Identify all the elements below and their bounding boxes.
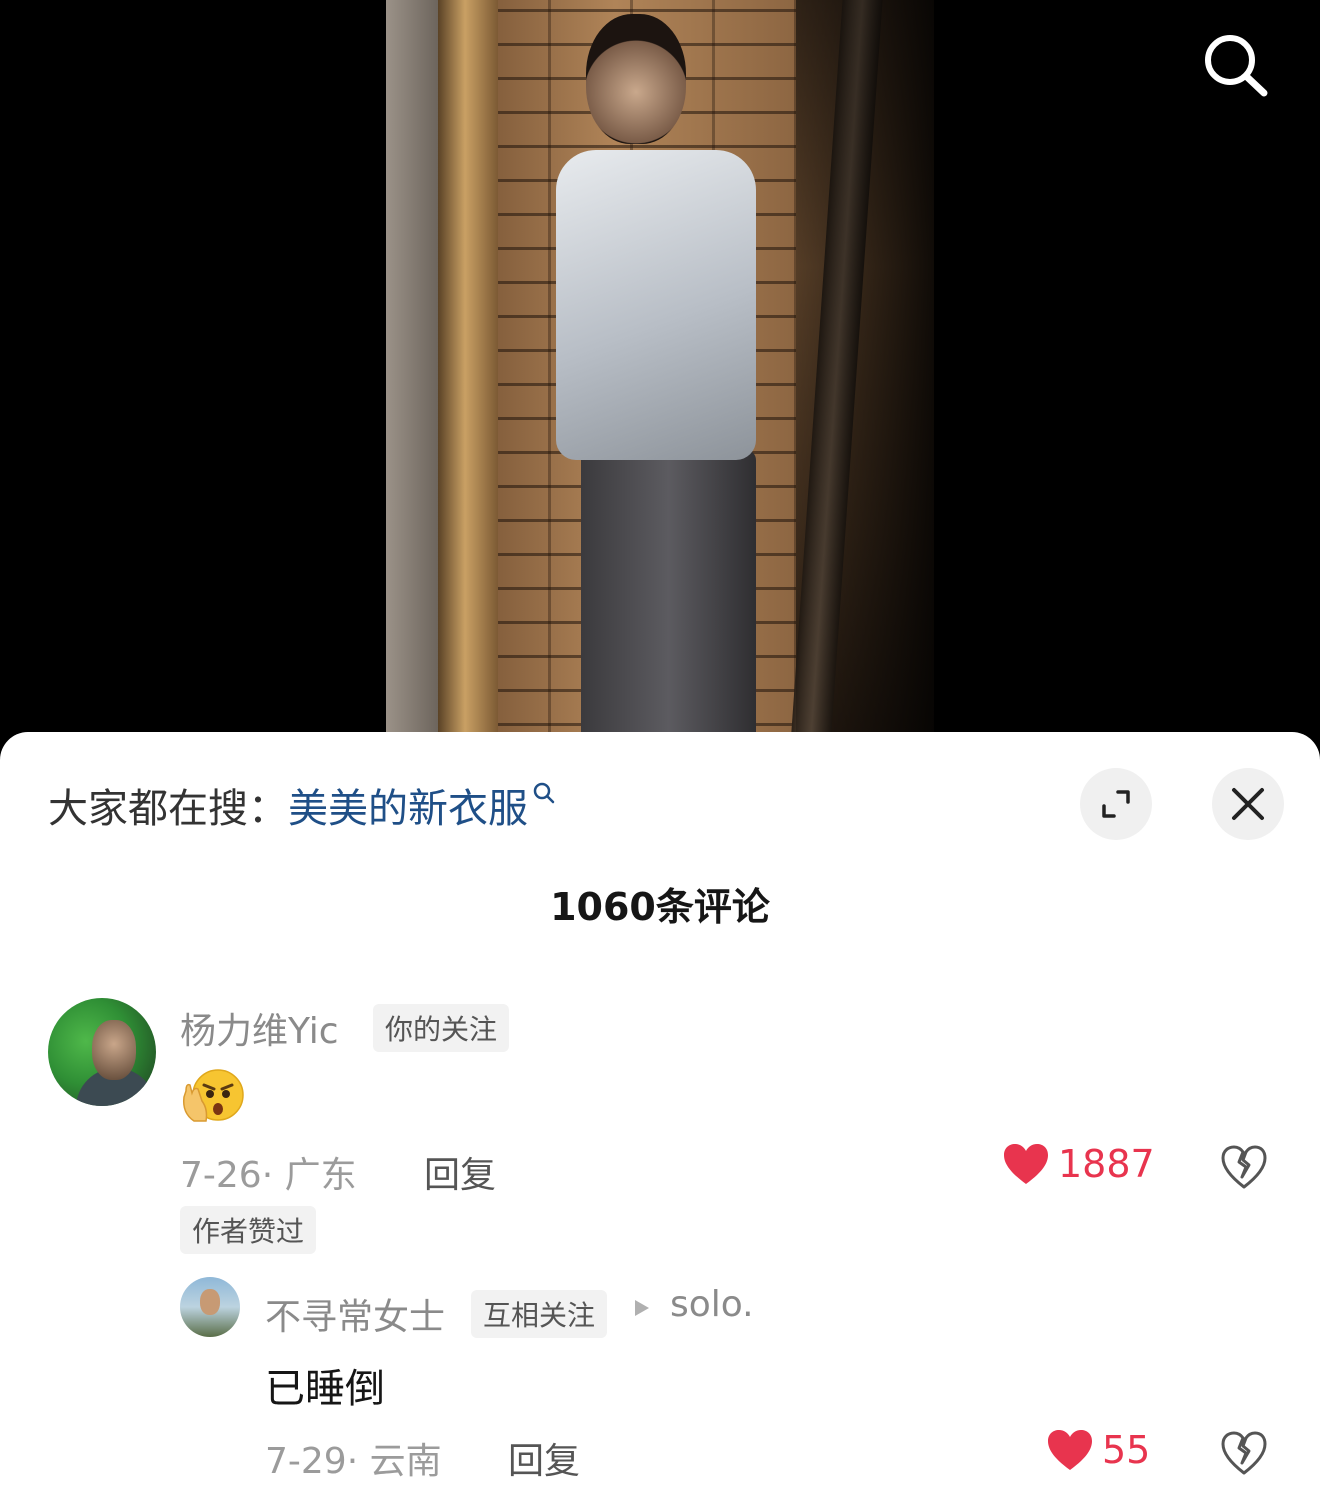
follow-badge: 你的关注 — [373, 1004, 510, 1052]
reply-username[interactable]: 不寻常女士 — [265, 1288, 445, 1340]
shocked-face-emoji-icon — [182, 1069, 244, 1122]
search-icon[interactable] — [1200, 30, 1270, 100]
author-liked-badge: 作者赞过 — [180, 1206, 317, 1254]
close-button[interactable] — [1212, 768, 1284, 840]
trending-term-link[interactable]: 美美的新衣服 — [288, 776, 528, 834]
heart-icon — [1004, 1144, 1048, 1184]
trending-prefix: 大家都在搜： — [48, 786, 288, 832]
reply-text: 已睡倒 — [265, 1366, 385, 1412]
avatar[interactable] — [180, 1277, 240, 1337]
comment-count-title: 1060条评论 — [550, 885, 770, 929]
trending-search[interactable]: 大家都在搜： 美美的新衣服 — [48, 780, 556, 832]
comment-sheet: 大家都在搜： 美美的新衣服 1060条评论 杨力维Yic 你的关注 7-26· … — [0, 732, 1320, 1507]
comment-username[interactable]: 杨力维Yic — [180, 1002, 339, 1054]
expand-icon — [1102, 790, 1130, 818]
avatar-face — [92, 1020, 136, 1080]
like-count: 55 — [1102, 1428, 1151, 1472]
reply-button[interactable]: 回复 — [508, 1432, 580, 1484]
video-player[interactable] — [0, 0, 1320, 760]
reply-target-username[interactable]: solo. — [670, 1284, 754, 1325]
broken-heart-icon[interactable] — [1220, 1429, 1268, 1477]
video-person-legs — [581, 450, 756, 760]
reply-button[interactable]: 回复 — [424, 1146, 496, 1198]
trending-search-icon — [533, 782, 555, 804]
video-wall — [386, 0, 438, 760]
video-frame[interactable] — [386, 0, 934, 760]
expand-button[interactable] — [1080, 768, 1152, 840]
video-pillar — [438, 0, 498, 760]
video-shade — [796, 0, 934, 760]
avatar-face — [200, 1289, 220, 1315]
broken-heart-icon[interactable] — [1220, 1143, 1268, 1191]
like-button[interactable]: 55 — [1046, 1428, 1150, 1472]
close-icon — [1232, 788, 1264, 820]
like-count: 1887 — [1058, 1142, 1155, 1186]
video-person-body — [556, 150, 756, 460]
like-button[interactable]: 1887 — [1002, 1142, 1155, 1186]
video-person-head — [586, 14, 686, 144]
comment-date-location: 7-26· 广东 — [180, 1155, 357, 1196]
mutual-follow-badge: 互相关注 — [471, 1290, 608, 1338]
reply-date-location: 7-29· 云南 — [265, 1441, 442, 1482]
avatar[interactable] — [48, 998, 156, 1106]
heart-icon — [1048, 1430, 1092, 1470]
reply-arrow-icon — [635, 1300, 649, 1316]
